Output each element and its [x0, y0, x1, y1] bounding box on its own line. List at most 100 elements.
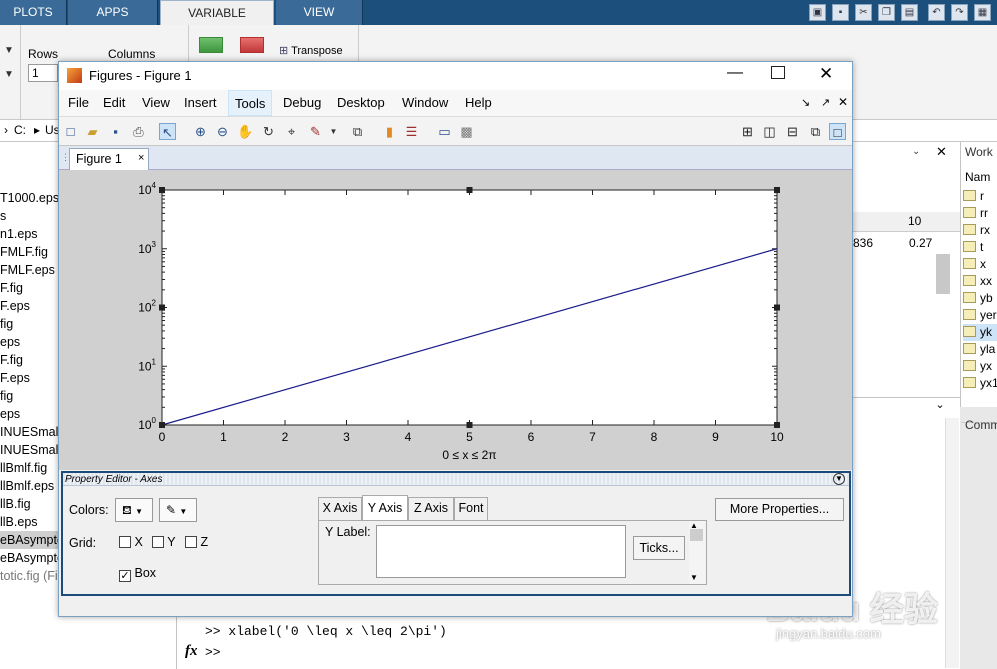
file-list-item[interactable]: INUESmal [0, 441, 58, 459]
ylabel-input[interactable] [376, 525, 626, 578]
file-list-item[interactable]: F.eps [0, 297, 30, 315]
edge-color-button[interactable]: ✎ ▼ [159, 498, 197, 522]
pan-icon[interactable]: ✋ [237, 123, 254, 140]
tab-font[interactable]: Font [454, 497, 488, 520]
workspace-variable[interactable]: x [963, 256, 986, 273]
dropdown-arrow-icon[interactable]: ▼ [4, 45, 14, 56]
zoom-out-icon[interactable]: ⊖ [214, 123, 231, 140]
rotate-3d-icon[interactable]: ↻ [260, 123, 277, 140]
workspace-variable[interactable]: xx [963, 273, 992, 290]
fx-icon[interactable]: fx [185, 643, 198, 660]
new-figure-icon[interactable]: □ [62, 123, 79, 140]
vertical-scrollbar[interactable]: ▲ ▼ [689, 521, 705, 584]
file-list-item[interactable]: FMLF.fig [0, 243, 48, 261]
paste-icon[interactable]: ▤ [901, 4, 918, 21]
delete-row-icon[interactable] [240, 37, 264, 53]
menu-desktop[interactable]: Desktop [331, 90, 391, 116]
panel-menu-icon[interactable]: ⌄ [933, 398, 947, 418]
menu-help[interactable]: Help [459, 90, 498, 116]
transpose-button[interactable]: ⊞ Transpose [279, 44, 343, 57]
file-list-item[interactable]: llBmlf.fig [0, 459, 47, 477]
vertical-scrollbar[interactable] [936, 254, 950, 294]
tab-view[interactable]: VIEW [276, 0, 363, 25]
hide-plot-tools-icon[interactable]: ▭ [436, 123, 453, 140]
rows-input[interactable]: 1 [28, 64, 58, 82]
close-icon[interactable]: ✕ [936, 144, 947, 160]
dock-icon[interactable]: ↗ [821, 96, 830, 109]
dropdown-arrow-icon-2[interactable]: ▼ [4, 69, 14, 80]
tab-figure-1[interactable]: Figure 1 × [69, 148, 149, 170]
scrollbar-thumb[interactable] [690, 529, 703, 541]
file-list-item[interactable]: FMLF.eps [0, 261, 55, 279]
file-list-item[interactable]: n1.eps [0, 225, 38, 243]
workspace-variable[interactable]: r [963, 188, 984, 205]
workspace-variable[interactable]: yx1 [963, 375, 997, 392]
scroll-down-icon[interactable]: ▼ [690, 573, 698, 582]
more-properties-button[interactable]: More Properties... [715, 498, 844, 521]
copy-icon[interactable]: ❐ [878, 4, 895, 21]
file-list-item[interactable]: s [0, 207, 6, 225]
vertical-scrollbar[interactable] [945, 418, 959, 668]
insert-row-icon[interactable] [199, 37, 223, 53]
tab-close-icon[interactable]: × [138, 152, 144, 164]
panel-menu-icon[interactable]: ⌄ [912, 146, 920, 157]
chevron-down-icon[interactable]: ▼ [325, 123, 342, 140]
menu-tools[interactable]: Tools [228, 90, 273, 116]
save-icon[interactable]: ▪ [107, 123, 124, 140]
insert-legend-icon[interactable]: ☰ [403, 123, 420, 140]
data-cursor-icon[interactable]: ⌖ [283, 123, 300, 140]
file-list-item[interactable]: eps [0, 333, 20, 351]
workspace-variable[interactable]: rx [963, 222, 990, 239]
figure-titlebar[interactable]: Figures - Figure 1 — ✕ [59, 62, 852, 90]
maximize-button[interactable] [771, 66, 785, 79]
file-list-item[interactable]: llB.eps [0, 513, 38, 531]
collapse-icon[interactable]: ▼ [833, 473, 845, 485]
menu-edit[interactable]: Edit [97, 90, 131, 116]
top-bottom-layout-icon[interactable]: ⊟ [784, 123, 801, 140]
brush-icon[interactable]: ✎ [307, 123, 324, 140]
chevron-right-icon[interactable]: › [4, 123, 8, 137]
file-list-item[interactable]: F.eps [0, 369, 30, 387]
open-icon[interactable]: ▰ [84, 123, 101, 140]
path-drive[interactable]: C: [14, 123, 26, 137]
print-icon[interactable]: ⎙ [130, 123, 147, 140]
tab-z-axis[interactable]: Z Axis [408, 497, 454, 520]
new-icon[interactable]: ▣ [809, 4, 826, 21]
undock-icon[interactable]: ↘ [801, 96, 810, 109]
command-prompt[interactable]: >> [205, 645, 221, 660]
insert-colorbar-icon[interactable]: ▮ [381, 123, 398, 140]
tab-x-axis[interactable]: X Axis [318, 497, 362, 520]
menu-insert[interactable]: Insert [178, 90, 223, 116]
tab-apps[interactable]: APPS [68, 0, 158, 25]
menu-debug[interactable]: Debug [277, 90, 327, 116]
tab-variable[interactable]: VARIABLE [160, 0, 274, 25]
file-list-item[interactable]: fig [0, 315, 13, 333]
workspace-name-header[interactable]: Nam [965, 170, 990, 184]
file-list-item[interactable]: INUESmal [0, 423, 58, 441]
workspace-variable[interactable]: yx [963, 358, 992, 375]
redo-icon[interactable]: ↷ [951, 4, 968, 21]
file-list-item[interactable]: eps [0, 405, 20, 423]
variable-cell[interactable]: 836 [853, 236, 873, 250]
switch-windows-icon[interactable]: ▦ [974, 4, 991, 21]
grid-y-checkbox[interactable]: Y [152, 535, 176, 549]
tab-y-axis[interactable]: Y Axis [362, 495, 408, 521]
cut-icon[interactable]: ✂ [855, 4, 872, 21]
face-color-button[interactable]: ⛾ ▼ [115, 498, 153, 522]
file-list-item[interactable]: llB.fig [0, 495, 31, 513]
workspace-variable[interactable]: t [963, 239, 983, 256]
maximize-layout-icon[interactable]: □ [829, 123, 846, 140]
ticks-button[interactable]: Ticks... [633, 536, 685, 560]
file-list-item[interactable]: F.fig [0, 279, 23, 297]
workspace-variable[interactable]: yla [963, 341, 995, 358]
zoom-in-icon[interactable]: ⊕ [192, 123, 209, 140]
variable-cell[interactable]: 0.27 [909, 236, 932, 250]
grid-z-checkbox[interactable]: Z [185, 535, 208, 549]
save-icon[interactable]: ▪ [832, 4, 849, 21]
link-plot-icon[interactable]: ⧉ [349, 123, 366, 140]
close-icon[interactable]: ✕ [838, 95, 848, 109]
menu-file[interactable]: File [62, 90, 95, 116]
left-right-layout-icon[interactable]: ◫ [761, 123, 778, 140]
tab-plots[interactable]: PLOTS [0, 0, 67, 25]
grid-x-checkbox[interactable]: X [119, 535, 143, 549]
